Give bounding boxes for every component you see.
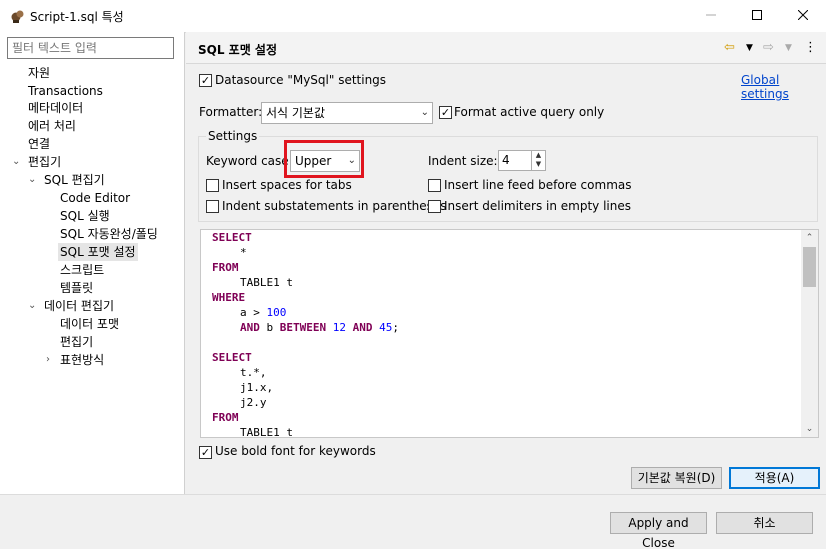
indent-substatements-label: Indent substatements in parentheses	[222, 199, 447, 213]
minimize-icon[interactable]	[688, 0, 734, 30]
tree-item-editors[interactable]: 편집기	[28, 153, 61, 171]
settings-group-title: Settings	[206, 129, 260, 143]
tree-item-scripts[interactable]: 스크립트	[60, 261, 104, 279]
global-settings-link[interactable]: Global settings	[741, 73, 826, 101]
tree-item-sql-format[interactable]: SQL 포맷 설정	[58, 243, 138, 261]
sql-code-line: SELECT	[212, 351, 252, 364]
sql-preview[interactable]: SELECT * FROM TABLE1 t WHERE a > 100 AND b BET…	[200, 229, 819, 438]
sql-code-line: FROM	[212, 411, 239, 424]
tree-item-templates[interactable]: 템플릿	[60, 279, 93, 297]
keyword-case-label: Keyword case:	[206, 154, 293, 168]
tree-item-code-editor[interactable]: Code Editor	[60, 189, 130, 207]
tree-item-editor[interactable]: 편집기	[60, 333, 93, 351]
dbeaver-beaver-icon	[11, 10, 24, 23]
sql-code-line: j2.y	[240, 396, 267, 409]
tree-item-transactions[interactable]: Transactions	[28, 82, 103, 100]
sql-code-line: TABLE1 t	[240, 426, 293, 438]
chevron-down-icon[interactable]: ▼	[746, 43, 753, 53]
filter-input[interactable]	[7, 37, 174, 59]
formatter-value: 서식 기본값	[266, 106, 326, 120]
sql-code-line: AND b BETWEEN 12 AND 45;	[240, 321, 399, 334]
bold-keywords-label: Use bold font for keywords	[215, 444, 376, 458]
back-arrow-icon[interactable]: ⇦	[724, 40, 735, 55]
tree-item-data-editor[interactable]: 데이터 편집기	[44, 297, 114, 315]
formatter-select[interactable]: 서식 기본값 ⌄	[261, 102, 433, 124]
sql-code-line: WHERE	[212, 291, 246, 304]
chevron-down-icon: ⌄	[420, 107, 429, 118]
tree-item-data-format[interactable]: 데이터 포맷	[60, 315, 119, 333]
sql-code-line: a > 100	[240, 306, 287, 319]
tree-item-resources[interactable]: 자원	[28, 64, 50, 82]
datasource-checkbox[interactable]: ✓	[199, 74, 212, 87]
format-active-label: Format active query only	[454, 105, 605, 119]
format-active-checkbox[interactable]: ✓	[439, 106, 452, 119]
scroll-thumb[interactable]	[803, 247, 816, 287]
tree-item-sql-completion[interactable]: SQL 자동완성/폴딩	[60, 225, 158, 243]
tree-item-metadata[interactable]: 메타데이터	[28, 99, 83, 117]
indent-size-spinner[interactable]: 4 ▲ ▼	[498, 150, 546, 171]
sql-code-line: j1.x,	[240, 381, 274, 394]
chevron-down-icon[interactable]: ⌄	[28, 301, 38, 311]
sql-code-line: FROM	[212, 261, 239, 274]
apply-and-close-button[interactable]: Apply and Close	[610, 512, 707, 549]
sql-code-line: TABLE1 t	[240, 276, 293, 289]
bold-keywords-checkbox[interactable]: ✓	[199, 446, 212, 459]
spin-buttons[interactable]: ▲ ▼	[531, 151, 545, 170]
spin-up-icon[interactable]: ▲	[532, 151, 545, 160]
chevron-down-icon[interactable]: ▼	[785, 43, 792, 53]
cancel-button[interactable]: 취소	[716, 512, 813, 534]
tree-item-sql-editor[interactable]: SQL 편집기	[44, 171, 105, 189]
tree-item-sql-execute[interactable]: SQL 실행	[60, 207, 110, 225]
tree-item-presentation[interactable]: 표현방식	[60, 351, 104, 369]
spaces-for-tabs-label: Insert spaces for tabs	[222, 178, 352, 192]
datasource-label: Datasource "MySql" settings	[215, 73, 387, 87]
preview-scrollbar[interactable]: ⌃ ⌄	[801, 230, 818, 437]
indent-size-label: Indent size:	[428, 154, 498, 168]
indent-size-value: 4	[502, 153, 510, 167]
chevron-down-icon[interactable]: ⌄	[12, 157, 22, 167]
apply-button[interactable]: 적용(A)	[729, 467, 820, 489]
maximize-icon[interactable]	[734, 0, 780, 30]
spin-down-icon[interactable]: ▼	[532, 160, 545, 169]
sql-code-line: t.*,	[240, 366, 267, 379]
restore-defaults-button[interactable]: 기본값 복원(D)	[631, 467, 722, 489]
sql-code-line: *	[240, 246, 247, 259]
preferences-tree: 자원 Transactions 메타데이터 에러 처리 연결 ⌄ 편집기 ⌄ S…	[0, 32, 185, 494]
chevron-down-icon[interactable]: ⌄	[28, 175, 38, 185]
dialog-footer: Apply and Close 취소	[0, 494, 826, 549]
delimiters-empty-lines-label: Insert delimiters in empty lines	[444, 199, 631, 213]
indent-substatements-checkbox[interactable]	[206, 200, 219, 213]
forward-arrow-icon[interactable]: ⇨	[763, 40, 774, 55]
page-header: SQL 포맷 설정 ⇦ ▼ ⇨ ▼ ⋮	[186, 32, 826, 64]
highlight-annotation	[284, 140, 364, 178]
tree-item-connection[interactable]: 연결	[28, 135, 50, 153]
scroll-up-icon[interactable]: ⌃	[801, 230, 818, 246]
window-title: Script-1.sql 특성	[30, 10, 124, 24]
close-icon[interactable]	[780, 0, 826, 30]
title-bar: Script-1.sql 특성	[0, 0, 826, 32]
more-menu-icon[interactable]: ⋮	[804, 40, 817, 55]
line-feed-commas-checkbox[interactable]	[428, 179, 441, 192]
delimiters-empty-lines-checkbox[interactable]	[428, 200, 441, 213]
chevron-right-icon[interactable]: ›	[46, 355, 56, 365]
scroll-down-icon[interactable]: ⌄	[801, 421, 818, 437]
spaces-for-tabs-checkbox[interactable]	[206, 179, 219, 192]
sql-code-line: SELECT	[212, 231, 252, 244]
tree-item-error-handling[interactable]: 에러 처리	[28, 117, 76, 135]
formatter-label: Formatter:	[199, 105, 263, 119]
page-title: SQL 포맷 설정	[198, 43, 278, 57]
line-feed-commas-label: Insert line feed before commas	[444, 178, 632, 192]
